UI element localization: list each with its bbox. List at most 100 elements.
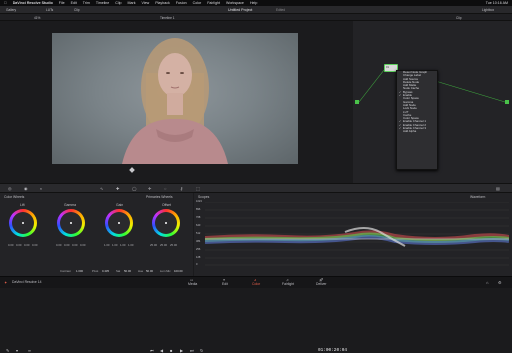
menu-clip[interactable]: Clip <box>115 1 121 5</box>
forward-icon[interactable]: ⏭ <box>190 348 194 353</box>
link-icon[interactable]: ∞ <box>28 348 31 353</box>
menu-color[interactable]: Color <box>193 1 202 5</box>
scope-mode-select[interactable]: Waveform <box>470 195 485 199</box>
menu-fairlight[interactable]: Fairlight <box>207 1 220 5</box>
tick-512: 512 <box>196 232 201 235</box>
deliver-page-icon[interactable]: 🚀︎ <box>319 278 324 282</box>
camera-raw-icon[interactable]: ◎ <box>8 186 12 191</box>
tick-896: 896 <box>196 208 201 211</box>
gamma-y[interactable]: 0.00 <box>56 243 61 247</box>
menu-playback[interactable]: Playback <box>155 1 170 5</box>
offset-wheel[interactable] <box>152 209 180 237</box>
scopes-title: Scopes <box>198 195 210 199</box>
gain-r[interactable]: 1.00 <box>112 243 117 247</box>
gamma-r[interactable]: 0.00 <box>64 243 69 247</box>
settings-gear-icon[interactable]: ⚙ <box>498 280 502 285</box>
hue-value[interactable]: 50.00 <box>146 269 153 273</box>
offset-b[interactable]: 25.00 <box>170 243 177 247</box>
hue-label: Hue <box>138 269 144 273</box>
node-mode-select[interactable]: Clip <box>456 16 462 20</box>
tick-1023: 1023 <box>196 200 202 203</box>
fairlight-page-icon[interactable]: ♫ <box>286 278 289 282</box>
gamma-b[interactable]: 0.00 <box>80 243 85 247</box>
pen-icon[interactable]: ✎ <box>6 348 9 353</box>
zoom-select[interactable]: 41% <box>34 16 40 20</box>
color-wheels-icon[interactable]: ◐ <box>40 186 42 191</box>
loop-icon[interactable]: ↻ <box>200 348 203 353</box>
apple-icon[interactable]:  <box>4 1 7 5</box>
gain-wheel[interactable] <box>105 209 133 237</box>
wheels-mode[interactable]: Primaries Wheels <box>146 195 173 199</box>
top-toolbar: Gallery LUTs Clip Untitled Project Edite… <box>0 6 512 14</box>
tick-256: 256 <box>196 248 201 251</box>
gain-label: Gain <box>116 203 124 207</box>
page-fairlight[interactable]: Fairlight <box>282 282 294 286</box>
curves-icon[interactable]: ∿ <box>100 186 103 191</box>
viewer-image[interactable] <box>52 33 298 164</box>
transport-controls: ✎ ▾ ∞ ⏮ ◀ ■ ▶ ⏭ ↻ 01:00:20:04 <box>0 172 352 353</box>
play-icon[interactable]: ▶ <box>180 348 183 353</box>
contrast-value[interactable]: 1.000 <box>76 269 83 273</box>
gain-y[interactable]: 1.00 <box>104 243 109 247</box>
color-page-icon[interactable]: ◕ <box>254 278 256 282</box>
sat-value[interactable]: 50.00 <box>124 269 131 273</box>
menu-file[interactable]: File <box>59 1 65 5</box>
color-match-icon[interactable]: ◉ <box>24 186 28 191</box>
gallery-button[interactable]: Gallery <box>6 8 16 12</box>
gain-g[interactable]: 1.00 <box>120 243 125 247</box>
menu-timeline[interactable]: Timeline <box>96 1 109 5</box>
media-page-icon[interactable]: ▭ <box>190 278 193 282</box>
gamma-wheel[interactable] <box>57 209 85 237</box>
gamma-g[interactable]: 0.00 <box>72 243 77 247</box>
menu-fusion[interactable]: Fusion <box>176 1 187 5</box>
clip-button[interactable]: Clip <box>74 8 80 12</box>
qualifier-icon[interactable]: ✚ <box>116 186 119 191</box>
offset-g[interactable]: 25.00 <box>160 243 167 247</box>
lift-b[interactable]: 0.00 <box>32 243 37 247</box>
page-edit[interactable]: Edit <box>222 282 228 286</box>
dropdown-icon[interactable]: ▾ <box>16 348 18 353</box>
blur-icon[interactable]: ◌ <box>164 186 166 191</box>
page-media[interactable]: Media <box>188 282 197 286</box>
scopes-icon[interactable]: ▤ <box>496 186 500 191</box>
waveform-scope[interactable] <box>205 202 509 266</box>
rewind-icon[interactable]: ⏮ <box>150 348 154 353</box>
page-deliver[interactable]: Deliver <box>316 282 327 286</box>
menu-help[interactable]: Help <box>250 1 257 5</box>
key-icon[interactable]: ⚷ <box>180 186 183 191</box>
wheels-title: Color Wheels <box>4 195 25 199</box>
stop-icon[interactable]: ■ <box>170 348 172 353</box>
edit-page-icon[interactable]: ≡ <box>223 278 225 282</box>
lummix-value[interactable]: 100.00 <box>174 269 183 273</box>
menu-edit[interactable]: Edit <box>71 1 77 5</box>
step-back-icon[interactable]: ◀ <box>160 348 163 353</box>
contrast-label: Contrast <box>60 269 71 273</box>
lift-r[interactable]: 0.00 <box>16 243 21 247</box>
lummix-label: Lum Mix <box>160 269 171 273</box>
lift-wheel[interactable] <box>9 209 37 237</box>
lightbox-button[interactable]: Lightbox <box>482 8 494 12</box>
gamma-label: Gamma <box>64 203 77 207</box>
node-context-menu: Reset Node Graph Change Label Add Source… <box>396 70 438 170</box>
menu-mark[interactable]: Mark <box>128 1 136 5</box>
menu-app[interactable]: DaVinci Resolve Studio <box>13 1 53 5</box>
luts-button[interactable]: LUTs <box>46 8 53 12</box>
pivot-value[interactable]: 0.435 <box>102 269 109 273</box>
page-navigation-bar: ✦ DaVinci Resolve 14 Media ▭ Edit ≡ Colo… <box>0 276 512 288</box>
home-icon[interactable]: ⌂ <box>486 280 488 285</box>
offset-r[interactable]: 25.00 <box>150 243 157 247</box>
tracker-icon[interactable]: ✛ <box>148 186 151 191</box>
menu-view[interactable]: View <box>142 1 150 5</box>
gain-b[interactable]: 1.00 <box>128 243 133 247</box>
sizing-icon[interactable]: ⬚ <box>196 186 200 191</box>
menu-item-add-alpha[interactable]: Add Alpha <box>397 130 437 134</box>
lift-y[interactable]: 0.00 <box>8 243 13 247</box>
timeline-select[interactable]: Timeline 1 <box>160 16 175 20</box>
lift-g[interactable]: 0.00 <box>24 243 29 247</box>
app-version: DaVinci Resolve 14 <box>12 280 42 284</box>
window-icon[interactable]: ◯ <box>132 186 136 191</box>
pivot-label: Pivot <box>92 269 99 273</box>
menu-trim[interactable]: Trim <box>83 1 90 5</box>
page-color[interactable]: Color <box>252 282 260 286</box>
menu-workspace[interactable]: Workspace <box>226 1 244 5</box>
